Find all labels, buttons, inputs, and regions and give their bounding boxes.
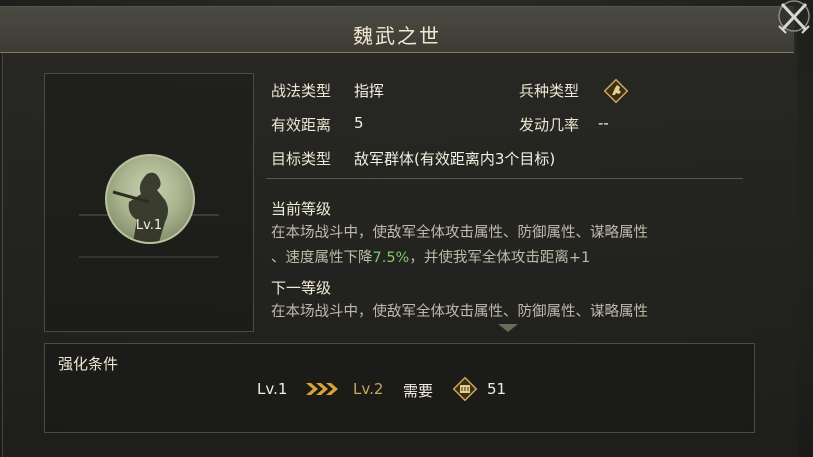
tactic-portrait-frame: Lv.1 bbox=[44, 73, 254, 332]
horse-head-icon bbox=[603, 78, 629, 104]
close-button[interactable] bbox=[770, 0, 813, 40]
desc-line2-prefix: 、速度属性下降 bbox=[271, 250, 373, 266]
crossed-swords-close-icon bbox=[778, 0, 810, 34]
title-bar: 魏武之世 bbox=[0, 6, 794, 53]
next-level-desc-line1: 在本场战斗中，使敌军全体攻击属性、防御属性、谋略属性 bbox=[271, 304, 648, 320]
tactic-type-value: 指挥 bbox=[354, 82, 385, 100]
trigger-chance-value: -- bbox=[598, 114, 609, 132]
enhance-cost-value: 51 bbox=[487, 380, 507, 398]
effective-range-label: 有效距离 bbox=[271, 116, 332, 134]
next-level-heading: 下一等级 bbox=[271, 279, 332, 297]
desc-line2-suffix: ，并使我军全体攻击距离+1 bbox=[409, 250, 591, 266]
effective-range-value: 5 bbox=[354, 114, 364, 132]
tactic-type-label: 战法类型 bbox=[271, 82, 332, 100]
dialog-title: 魏武之世 bbox=[353, 24, 441, 48]
target-type-value: 敌军群体(有效距离内3个目标) bbox=[354, 150, 556, 168]
enhance-conditions-box bbox=[44, 343, 755, 433]
current-level-desc-line2: 、速度属性下降7.5%，并使我军全体攻击距离+1 bbox=[271, 246, 751, 271]
debuff-percent-value: 7.5% bbox=[372, 250, 410, 266]
enhance-need-label: 需要 bbox=[403, 382, 434, 400]
troop-type-label: 兵种类型 bbox=[519, 82, 580, 100]
section-divider bbox=[266, 178, 743, 179]
current-level-desc-line1: 在本场战斗中，使敌军全体攻击属性、防御属性、谋略属性 bbox=[271, 225, 648, 241]
scroll-down-chevron-icon[interactable] bbox=[498, 324, 518, 332]
triple-chevron-right-icon bbox=[304, 381, 338, 397]
trigger-chance-label: 发动几率 bbox=[519, 116, 580, 134]
target-type-label: 目标类型 bbox=[271, 150, 332, 168]
enhance-conditions-heading: 强化条件 bbox=[58, 355, 119, 373]
current-level-heading: 当前等级 bbox=[271, 200, 332, 218]
enhance-from-level: Lv.1 bbox=[257, 380, 288, 398]
enhance-to-level: Lv.2 bbox=[353, 380, 384, 398]
scroll-token-icon bbox=[452, 376, 478, 402]
portrait-level-label: Lv.1 bbox=[135, 218, 163, 233]
